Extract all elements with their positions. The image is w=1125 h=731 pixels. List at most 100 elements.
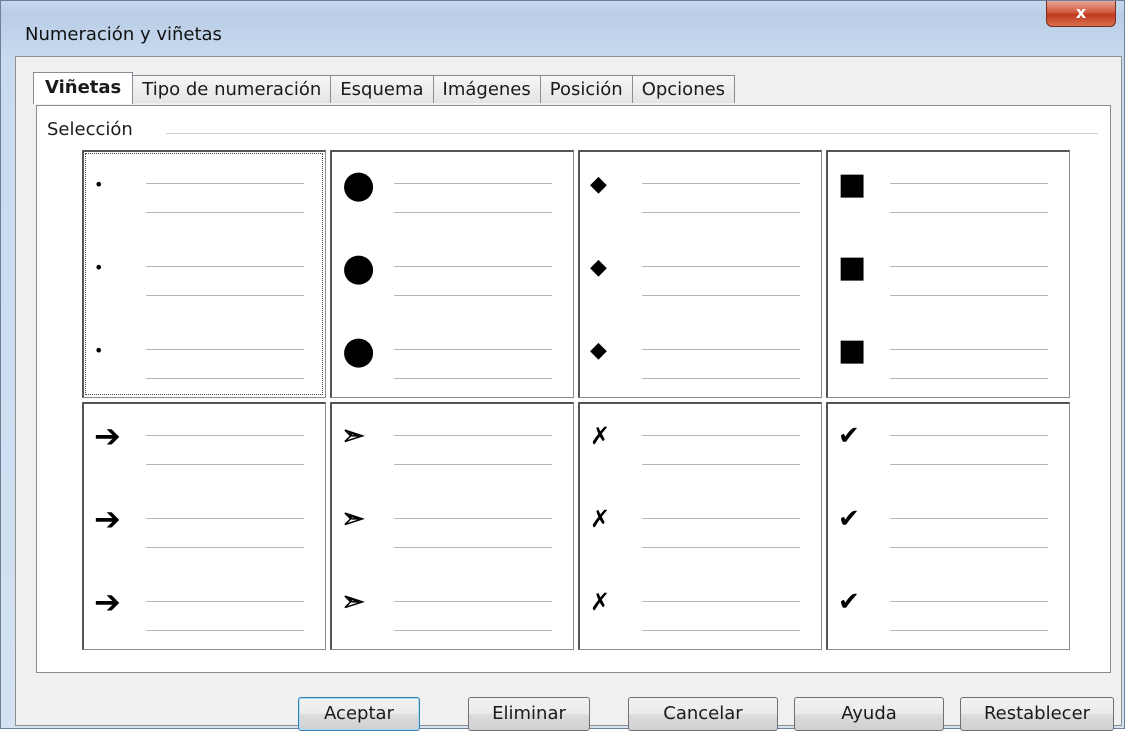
- preview-text-line: [642, 518, 800, 519]
- preview-text-line: [642, 630, 800, 631]
- arrowhead-icon: ➢: [341, 503, 364, 535]
- preview-text-line: [146, 212, 304, 213]
- bullet-preview-row: •: [84, 170, 325, 230]
- preview-text-line: [394, 547, 552, 548]
- preview-text-line: [642, 266, 800, 267]
- preview-text-line: [890, 435, 1048, 436]
- small-dot-icon: •: [94, 340, 104, 360]
- bullet-preview-row: ◆: [580, 253, 821, 313]
- bullet-preview-row: ✔: [828, 421, 1069, 482]
- preview-text-line: [394, 435, 552, 436]
- preview-text-line: [394, 601, 552, 602]
- preview-text-line: [146, 378, 304, 379]
- preview-text-line: [394, 378, 552, 379]
- bullet-preview-row: ✔: [828, 504, 1069, 565]
- bullet-preview-row: ■: [828, 167, 1069, 230]
- bullet-style-option-arrowhead[interactable]: ➢ ➢ ➢: [330, 402, 574, 650]
- preview-text-line: [890, 601, 1048, 602]
- reset-button[interactable]: Restablecer: [960, 697, 1114, 731]
- preview-text-line: [394, 212, 552, 213]
- bullet-preview-row: ✗: [580, 588, 821, 648]
- bullet-preview-row: •: [84, 253, 325, 313]
- cross-icon: ✗: [590, 588, 611, 616]
- square-icon: ■: [838, 249, 867, 285]
- preview-text-line: [394, 349, 552, 350]
- bullet-preview-row: ◆: [580, 336, 821, 396]
- diamond-icon: ◆: [590, 337, 607, 363]
- bullet-style-option-checkmark[interactable]: ✔ ✔ ✔: [826, 402, 1070, 650]
- preview-text-line: [890, 349, 1048, 350]
- bullet-preview-row: ■: [828, 333, 1069, 396]
- preview-text-line: [890, 630, 1048, 631]
- bullet-style-option-square[interactable]: ■ ■ ■: [826, 150, 1070, 398]
- help-button[interactable]: Ayuda: [794, 697, 944, 731]
- bullet-preview-row: ◆: [580, 170, 821, 230]
- preview-text-line: [890, 464, 1048, 465]
- tab-esquema[interactable]: Esquema: [330, 75, 434, 103]
- preview-text-line: [394, 518, 552, 519]
- window-title: Numeración y viñetas: [25, 24, 222, 45]
- tab-bar: Viñetas Tipo de numeración Esquema Imáge…: [33, 72, 736, 106]
- preview-text-line: [146, 518, 304, 519]
- tab-posicion[interactable]: Posición: [539, 75, 633, 103]
- bullet-preview-row: ●: [332, 328, 573, 396]
- bold-arrow-icon: ➔: [94, 500, 121, 538]
- tab-opciones[interactable]: Opciones: [631, 75, 736, 103]
- selection-group-label: Selección: [47, 119, 139, 140]
- bold-arrow-icon: ➔: [94, 417, 121, 455]
- preview-text-line: [642, 547, 800, 548]
- bullet-preview-row: ✔: [828, 587, 1069, 648]
- close-icon: x: [1075, 3, 1087, 22]
- preview-text-line: [146, 464, 304, 465]
- bullet-preview-row: ➢: [332, 503, 573, 565]
- preview-text-line: [642, 378, 800, 379]
- preview-text-line: [146, 630, 304, 631]
- bullet-preview-row: ■: [828, 250, 1069, 313]
- preview-text-line: [394, 183, 552, 184]
- preview-text-line: [642, 295, 800, 296]
- bullet-style-option-diamond[interactable]: ◆ ◆ ◆: [578, 150, 822, 398]
- preview-text-line: [146, 547, 304, 548]
- bullet-style-option-cross[interactable]: ✗ ✗ ✗: [578, 402, 822, 650]
- preview-text-line: [146, 349, 304, 350]
- preview-text-line: [146, 266, 304, 267]
- tab-vinetas[interactable]: Viñetas: [33, 72, 134, 104]
- preview-text-line: [890, 295, 1048, 296]
- bullet-style-option-bold-arrow[interactable]: ➔ ➔ ➔: [82, 402, 326, 650]
- small-dot-icon: •: [94, 257, 104, 277]
- bold-arrow-icon: ➔: [94, 583, 121, 621]
- preview-text-line: [394, 630, 552, 631]
- delete-button[interactable]: Eliminar: [468, 697, 590, 731]
- bullet-preview-row: ●: [332, 245, 573, 313]
- tab-imagenes[interactable]: Imágenes: [432, 75, 541, 103]
- bullet-style-option-small-dot[interactable]: • • •: [82, 150, 326, 398]
- cancel-button[interactable]: Cancelar: [628, 697, 778, 731]
- cross-icon: ✗: [590, 505, 611, 533]
- close-button[interactable]: x: [1046, 1, 1116, 27]
- square-icon: ■: [838, 332, 867, 368]
- preview-text-line: [394, 295, 552, 296]
- bullet-preview-row: ➔: [84, 500, 325, 565]
- preview-text-line: [890, 378, 1048, 379]
- bullet-preview-row: ➢: [332, 420, 573, 482]
- dialog-window: Numeración y viñetas x Viñetas Tipo de n…: [0, 0, 1125, 731]
- tab-tipo-de-numeracion[interactable]: Tipo de numeración: [132, 75, 332, 103]
- preview-text-line: [394, 266, 552, 267]
- preview-text-line: [146, 295, 304, 296]
- bullet-style-option-large-dot[interactable]: ● ● ●: [330, 150, 574, 398]
- preview-text-line: [890, 518, 1048, 519]
- ok-button[interactable]: Aceptar: [298, 697, 420, 731]
- large-dot-icon: ●: [342, 245, 376, 289]
- preview-text-line: [890, 183, 1048, 184]
- dialog-client-area: Viñetas Tipo de numeración Esquema Imáge…: [15, 56, 1122, 731]
- large-dot-icon: ●: [342, 162, 376, 206]
- preview-text-line: [890, 547, 1048, 548]
- selection-group-divider: [166, 133, 1098, 134]
- preview-text-line: [146, 435, 304, 436]
- preview-text-line: [890, 266, 1048, 267]
- bullet-preview-row: ➔: [84, 417, 325, 482]
- diamond-icon: ◆: [590, 171, 607, 197]
- bullet-preview-row: ➢: [332, 586, 573, 648]
- preview-text-line: [642, 349, 800, 350]
- cross-icon: ✗: [590, 422, 611, 450]
